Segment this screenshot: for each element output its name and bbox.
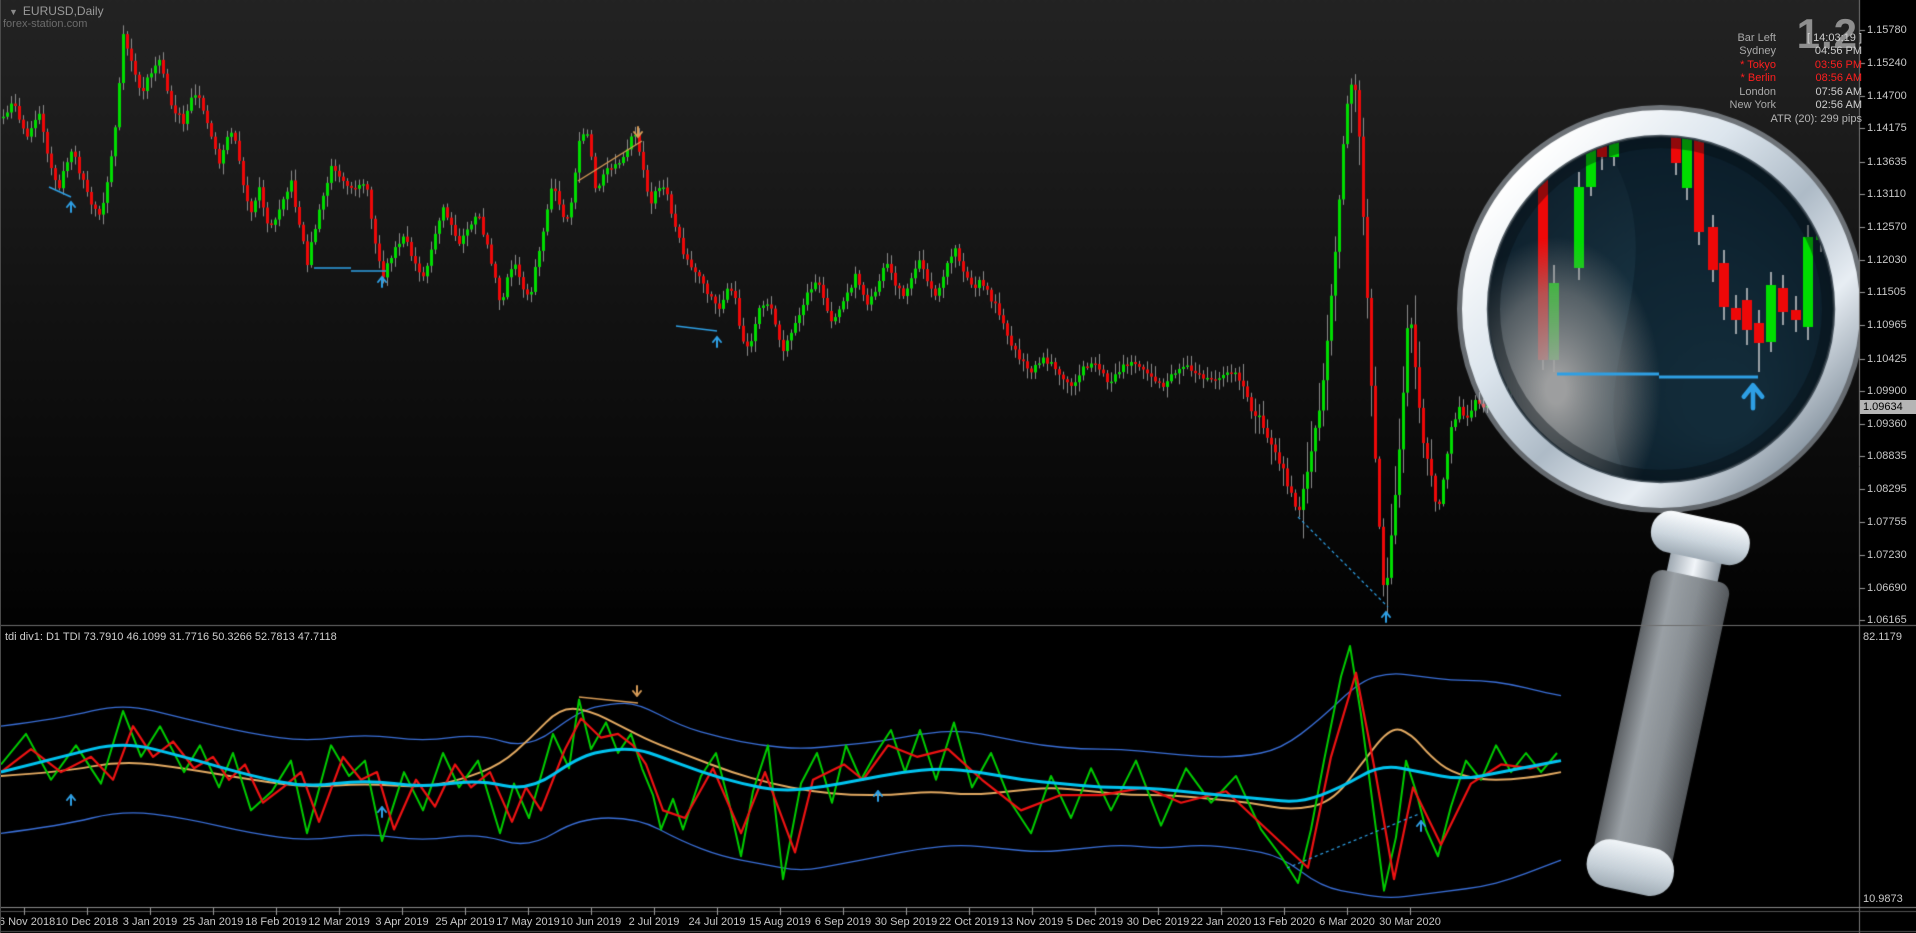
- price-axis-label: 1.09900: [1867, 384, 1907, 397]
- chart-symbol-title[interactable]: ▼ EURUSD,Daily: [9, 4, 104, 18]
- indicator-axis-min: 10.9873: [1863, 893, 1903, 905]
- time-axis-label: 13 Feb 2020: [1253, 916, 1315, 928]
- session-time: 03:56 PM: [1814, 58, 1862, 71]
- session-label: Sydney: [1739, 45, 1776, 58]
- time-axis-label: 5 Dec 2019: [1066, 916, 1124, 928]
- session-label: * Tokyo: [1740, 58, 1776, 71]
- time-axis-label: 2 Jul 2019: [628, 916, 680, 928]
- indicator-axis-max: 82.1179: [1863, 631, 1902, 643]
- session-time: 04:56 PM: [1814, 45, 1862, 58]
- session-time: 02:56 AM: [1815, 98, 1862, 111]
- session-label: Bar Left: [1737, 32, 1776, 44]
- time-axis-label: 3 Apr 2019: [375, 916, 429, 928]
- time-axis-label: 6 Sep 2019: [814, 916, 872, 928]
- price-axis-label: 1.14700: [1867, 90, 1907, 103]
- price-axis-label: 1.10425: [1867, 352, 1907, 365]
- time-axis-label: 13 Nov 2019: [1000, 916, 1064, 928]
- price-axis-label: 1.11505: [1867, 286, 1906, 299]
- price-axis-label: 1.13110: [1867, 187, 1906, 200]
- session-label: London: [1739, 85, 1776, 98]
- session-label: * Berlin: [1740, 72, 1776, 85]
- price-axis-label: 1.15240: [1867, 57, 1907, 70]
- time-axis-label: 16 Nov 2018: [1, 916, 56, 928]
- session-label: New York: [1729, 98, 1776, 111]
- time-axis-label: 6 Mar 2020: [1319, 916, 1375, 928]
- price-axis-label: 1.12570: [1867, 220, 1907, 233]
- price-axis-label: 1.10965: [1867, 319, 1907, 332]
- watermark-text: forex-station.com: [3, 18, 88, 30]
- price-axis-label: 1.07755: [1867, 516, 1907, 529]
- price-axis-label: 1.06690: [1867, 581, 1907, 594]
- session-time: 08:56 AM: [1815, 72, 1862, 85]
- time-axis-label: 22 Jan 2020: [1190, 916, 1252, 928]
- price-axis-label: 1.06165: [1867, 613, 1907, 626]
- price-axis-label: 1.15780: [1867, 24, 1907, 36]
- time-axis-label: 25 Jan 2019: [182, 916, 244, 928]
- time-axis-label: 30 Dec 2019: [1126, 916, 1190, 928]
- price-axis-label: 1.12030: [1867, 254, 1907, 267]
- indicator-values-label: tdi div1: D1 TDI 73.7910 46.1099 31.7716…: [5, 631, 337, 643]
- time-axis-label: 18 Feb 2019: [245, 916, 307, 928]
- price-axis-label: 1.13635: [1867, 155, 1907, 168]
- time-axis-label: 25 Apr 2019: [435, 916, 495, 928]
- symbol-title-label: EURUSD,Daily: [22, 4, 104, 18]
- market-sessions-panel: Bar Left[ 14:03:19 ] Sydney 04:56 PM * Toky…: [1730, 32, 1862, 112]
- time-axis-label: 3 Jan 2019: [122, 916, 178, 928]
- session-row: * Tokyo 03:56 PM: [1730, 59, 1862, 72]
- price-chart-canvas[interactable]: [1, 0, 1916, 933]
- time-axis-label: 30 Mar 2020: [1379, 916, 1441, 928]
- terminal-window: ▼ EURUSD,Daily forex-station.com 1.2 Bar …: [0, 0, 1916, 933]
- time-axis-label: 12 Mar 2019: [308, 916, 370, 928]
- time-axis-label: 15 Aug 2019: [749, 916, 811, 928]
- atr-readout: ATR (20): 299 pips: [1770, 113, 1862, 125]
- time-axis-label: 17 May 2019: [496, 916, 560, 928]
- time-axis-label: 10 Jun 2019: [560, 916, 622, 928]
- price-axis-label: 1.09360: [1867, 417, 1907, 430]
- price-axis-label: 1.08835: [1867, 450, 1907, 463]
- session-row: London 07:56 AM: [1730, 86, 1862, 99]
- price-axis-label: 1.07230: [1867, 548, 1907, 561]
- time-axis-label: 24 Jul 2019: [688, 916, 746, 928]
- time-axis-label: 10 Dec 2018: [55, 916, 119, 928]
- current-price-tag: 1.09634: [1860, 400, 1916, 415]
- session-time: [ 14:03:19 ]: [1806, 32, 1862, 44]
- session-time: 07:56 AM: [1815, 85, 1862, 98]
- session-row: New York 02:56 AM: [1730, 99, 1862, 112]
- session-row: Sydney 04:56 PM: [1730, 45, 1862, 58]
- price-axis-label: 1.14175: [1867, 122, 1907, 135]
- chevron-down-icon[interactable]: ▼: [9, 7, 18, 17]
- time-axis-label: 22 Oct 2019: [939, 916, 999, 928]
- session-row: * Berlin 08:56 AM: [1730, 72, 1862, 85]
- time-axis-label: 30 Sep 2019: [874, 916, 938, 928]
- session-row: Bar Left [ 14:03:19 ]: [1730, 32, 1862, 45]
- price-axis-label: 1.08295: [1867, 483, 1907, 496]
